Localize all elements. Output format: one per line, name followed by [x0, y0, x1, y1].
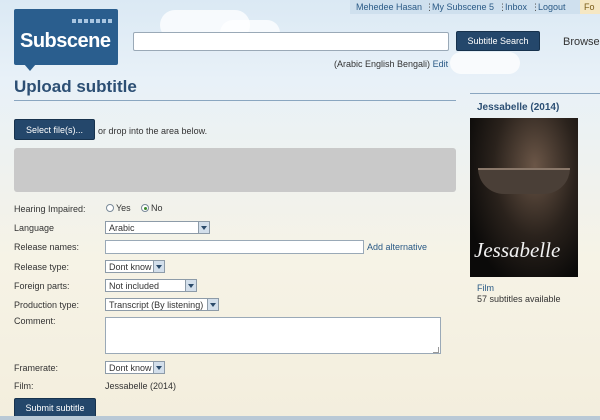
chevron-down-icon — [153, 362, 164, 373]
logo-tail — [24, 64, 36, 71]
language-list: (Arabic English Bengali) — [334, 59, 431, 69]
foreign-parts-label: Foreign parts: — [14, 281, 70, 291]
production-type-select[interactable]: Transcript (By listening) — [105, 298, 219, 311]
film-type-link[interactable]: Film — [477, 283, 494, 293]
add-alternative-link[interactable]: Add alternative — [367, 242, 427, 252]
release-names-label: Release names: — [14, 242, 80, 252]
release-type-select[interactable]: Dont know — [105, 260, 165, 273]
radio-button-selected[interactable] — [141, 204, 149, 212]
site-logo[interactable]: Subscene — [14, 9, 118, 65]
film-label: Film: — [14, 381, 34, 391]
comment-textarea[interactable] — [105, 317, 441, 354]
my-subscene-link[interactable]: My Subscene 5 — [432, 2, 494, 12]
no-label: No — [151, 203, 163, 213]
subtitle-search-button[interactable]: Subtitle Search — [456, 31, 540, 51]
file-drop-area[interactable] — [14, 148, 456, 192]
chevron-down-icon — [198, 222, 209, 233]
framerate-label: Framerate: — [14, 363, 59, 373]
language-label: Language — [14, 223, 55, 233]
foreign-parts-value: Not included — [109, 281, 160, 291]
chevron-down-icon — [185, 280, 196, 291]
hearing-impaired-yes[interactable]: Yes — [106, 203, 131, 213]
edit-languages-link[interactable]: Edit — [433, 59, 449, 69]
submit-subtitle-button[interactable]: Submit subtitle — [14, 398, 96, 418]
sidebar-film-title[interactable]: Jessabelle (2014) — [477, 102, 559, 113]
poster-title-text: Jessabelle — [474, 238, 561, 262]
hearing-impaired-label: Hearing Impaired: — [14, 204, 86, 214]
drop-hint: or drop into the area below. — [98, 126, 208, 136]
film-poster[interactable]: Jessabelle — [470, 118, 578, 277]
resize-handle-icon[interactable] — [433, 347, 439, 353]
language-value: Arabic — [109, 223, 135, 233]
title-divider — [14, 100, 456, 101]
chevron-down-icon — [207, 299, 218, 310]
hearing-impaired-no[interactable]: No — [141, 203, 163, 213]
username-link[interactable]: Mehedee Hasan — [356, 2, 422, 12]
page-title: Upload subtitle — [14, 77, 137, 96]
logout-link[interactable]: Logout — [538, 2, 566, 12]
poster-artwork — [478, 168, 570, 194]
yes-label: Yes — [116, 203, 131, 213]
browse-link[interactable]: Browse — [563, 36, 600, 48]
user-bar: Mehedee Hasan ⋮ My Subscene 5 ⋮ Inbox ⋮ … — [350, 0, 600, 14]
production-type-value: Transcript (By listening) — [109, 300, 204, 310]
language-select[interactable]: Arabic — [105, 221, 210, 234]
chevron-down-icon — [153, 261, 164, 272]
framerate-select[interactable]: Dont know — [105, 361, 165, 374]
logo-text: Subscene — [20, 30, 111, 52]
footer-strip — [0, 416, 600, 420]
framerate-value: Dont know — [109, 363, 152, 373]
film-value: Jessabelle (2014) — [105, 381, 177, 391]
corner-tab[interactable]: Fo — [580, 0, 600, 14]
subtitle-count: 57 subtitles available — [477, 294, 561, 304]
sidebar-divider — [470, 93, 600, 94]
comment-label: Comment: — [14, 316, 56, 326]
search-input[interactable] — [133, 32, 449, 51]
select-files-button[interactable]: Select file(s)... — [14, 119, 95, 140]
cloud-decoration — [450, 52, 520, 74]
production-type-label: Production type: — [14, 300, 80, 310]
release-type-label: Release type: — [14, 262, 70, 272]
inbox-link[interactable]: Inbox — [505, 2, 527, 12]
release-names-input[interactable] — [105, 240, 364, 254]
logo-dots — [72, 15, 114, 25]
language-preferences: (Arabic English Bengali) Edit — [334, 59, 448, 69]
foreign-parts-select[interactable]: Not included — [105, 279, 197, 292]
radio-button[interactable] — [106, 204, 114, 212]
release-type-value: Dont know — [109, 262, 152, 272]
